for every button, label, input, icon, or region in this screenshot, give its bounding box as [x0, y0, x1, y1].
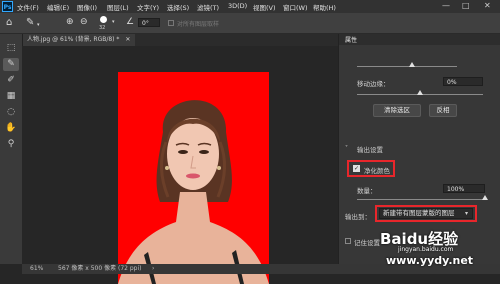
- photoshop-logo-icon: Ps: [2, 1, 13, 12]
- clear-selection-button[interactable]: 清除选区: [373, 104, 421, 117]
- minimize-button[interactable]: —: [442, 1, 450, 10]
- chevron-down-icon[interactable]: ▾: [112, 19, 115, 25]
- sample-all-layers-checkbox[interactable]: [168, 20, 174, 26]
- portrait-photo[interactable]: [118, 72, 269, 284]
- menu-type[interactable]: 文字(Y): [137, 2, 159, 12]
- shift-edge-input[interactable]: 0%: [443, 77, 483, 86]
- panel-tab-properties[interactable]: 属性: [345, 35, 357, 44]
- menu-edit[interactable]: 编辑(E): [47, 2, 69, 12]
- amount-slider[interactable]: [357, 199, 485, 200]
- watermark-site: www.yydy.net: [386, 254, 474, 267]
- shift-edge-slider-thumb[interactable]: [417, 90, 423, 95]
- document-info: 567 像素 x 500 像素 (72 ppi): [58, 265, 142, 272]
- portrait-image: [118, 72, 269, 284]
- decontaminate-label: 净化颜色: [364, 167, 390, 175]
- decontaminate-checkbox[interactable]: ✓: [353, 165, 360, 172]
- hand-icon[interactable]: ✋: [3, 122, 19, 135]
- chevron-down-icon[interactable]: ▾: [465, 210, 468, 217]
- amount-slider-thumb[interactable]: [482, 195, 488, 200]
- output-to-label: 输出到：: [345, 213, 371, 221]
- slider-thumb[interactable]: [409, 62, 415, 67]
- home-icon[interactable]: ⌂: [6, 17, 12, 28]
- maximize-button[interactable]: □: [462, 1, 470, 10]
- output-settings-label[interactable]: 输出设置: [357, 144, 383, 154]
- sample-all-layers-label: 对所有图层取样: [177, 21, 220, 28]
- document-tab-bar: 人物.jpg @ 61% (背景, RGB/8) * ✕: [22, 34, 338, 46]
- brush-size-value: 32: [99, 25, 106, 31]
- properties-panel-header: 属性: [339, 34, 500, 45]
- amount-input[interactable]: 100%: [443, 184, 485, 193]
- watermark: Baidu经验 jingyan.baidu.com www.yydy.net: [380, 222, 500, 272]
- output-to-select[interactable]: 新建带有图层蒙版的图层: [379, 208, 473, 219]
- slider-track[interactable]: [357, 66, 457, 67]
- refine-brush-icon[interactable]: ✎: [26, 17, 34, 28]
- object-selection-icon[interactable]: ▦: [3, 90, 19, 103]
- zoom-icon[interactable]: ⚲: [3, 138, 19, 151]
- document-tab-label: 人物.jpg @ 61% (背景, RGB/8) *: [27, 36, 120, 43]
- invert-button[interactable]: 反相: [429, 104, 457, 117]
- shift-edge-label: 移动边缘：: [357, 80, 390, 88]
- menu-3d[interactable]: 3D(D): [228, 2, 247, 10]
- add-icon[interactable]: ⊕: [66, 17, 74, 27]
- tool-panel: ⬚ ✎ ✐ ▦ ◌ ✋ ⚲: [0, 34, 23, 264]
- angle-icon: ∠: [126, 17, 135, 27]
- brush-preview-icon[interactable]: [100, 16, 107, 23]
- close-icon[interactable]: ✕: [125, 36, 130, 43]
- remember-settings-checkbox[interactable]: [345, 238, 351, 244]
- output-to-value: 新建带有图层蒙版的图层: [383, 209, 455, 217]
- amount-label: 数量：: [357, 187, 377, 195]
- menu-layer[interactable]: 图层(L): [107, 2, 129, 12]
- options-bar: ⌂ ✎ ▾ ⊕ ⊖ 32 ▾ ∠ 0° 对所有图层取样: [0, 13, 500, 34]
- document-tab[interactable]: 人物.jpg @ 61% (背景, RGB/8) * ✕: [22, 34, 136, 46]
- watermark-url: jingyan.baidu.com: [398, 246, 454, 253]
- chevron-down-icon[interactable]: ˅: [345, 145, 348, 152]
- menu-help[interactable]: 帮助(H): [313, 2, 336, 12]
- angle-input[interactable]: 0°: [138, 18, 160, 27]
- quick-selection-icon[interactable]: ⬚: [3, 42, 19, 55]
- brush-icon[interactable]: ✐: [3, 74, 19, 87]
- lasso-icon[interactable]: ◌: [3, 106, 19, 119]
- menu-image[interactable]: 图像(I): [77, 2, 97, 12]
- menu-select[interactable]: 选择(S): [167, 2, 189, 12]
- zoom-level[interactable]: 61%: [30, 264, 43, 274]
- remember-settings-label: 记住设置: [354, 239, 380, 247]
- subtract-icon[interactable]: ⊖: [80, 17, 88, 27]
- menu-bar: Ps 文件(F) 编辑(E) 图像(I) 图层(L) 文字(Y) 选择(S) 滤…: [0, 0, 500, 13]
- menu-view[interactable]: 视图(V): [253, 2, 276, 12]
- close-button[interactable]: ✕: [484, 1, 491, 10]
- menu-window[interactable]: 窗口(W): [283, 2, 308, 12]
- refine-edge-brush-icon[interactable]: ✎: [3, 58, 19, 71]
- menu-file[interactable]: 文件(F): [17, 2, 39, 12]
- status-arrow-icon[interactable]: ›: [152, 264, 154, 274]
- canvas-area[interactable]: [22, 46, 338, 284]
- menu-filter[interactable]: 滤镜(T): [197, 2, 219, 12]
- chevron-down-icon[interactable]: ▾: [37, 22, 40, 28]
